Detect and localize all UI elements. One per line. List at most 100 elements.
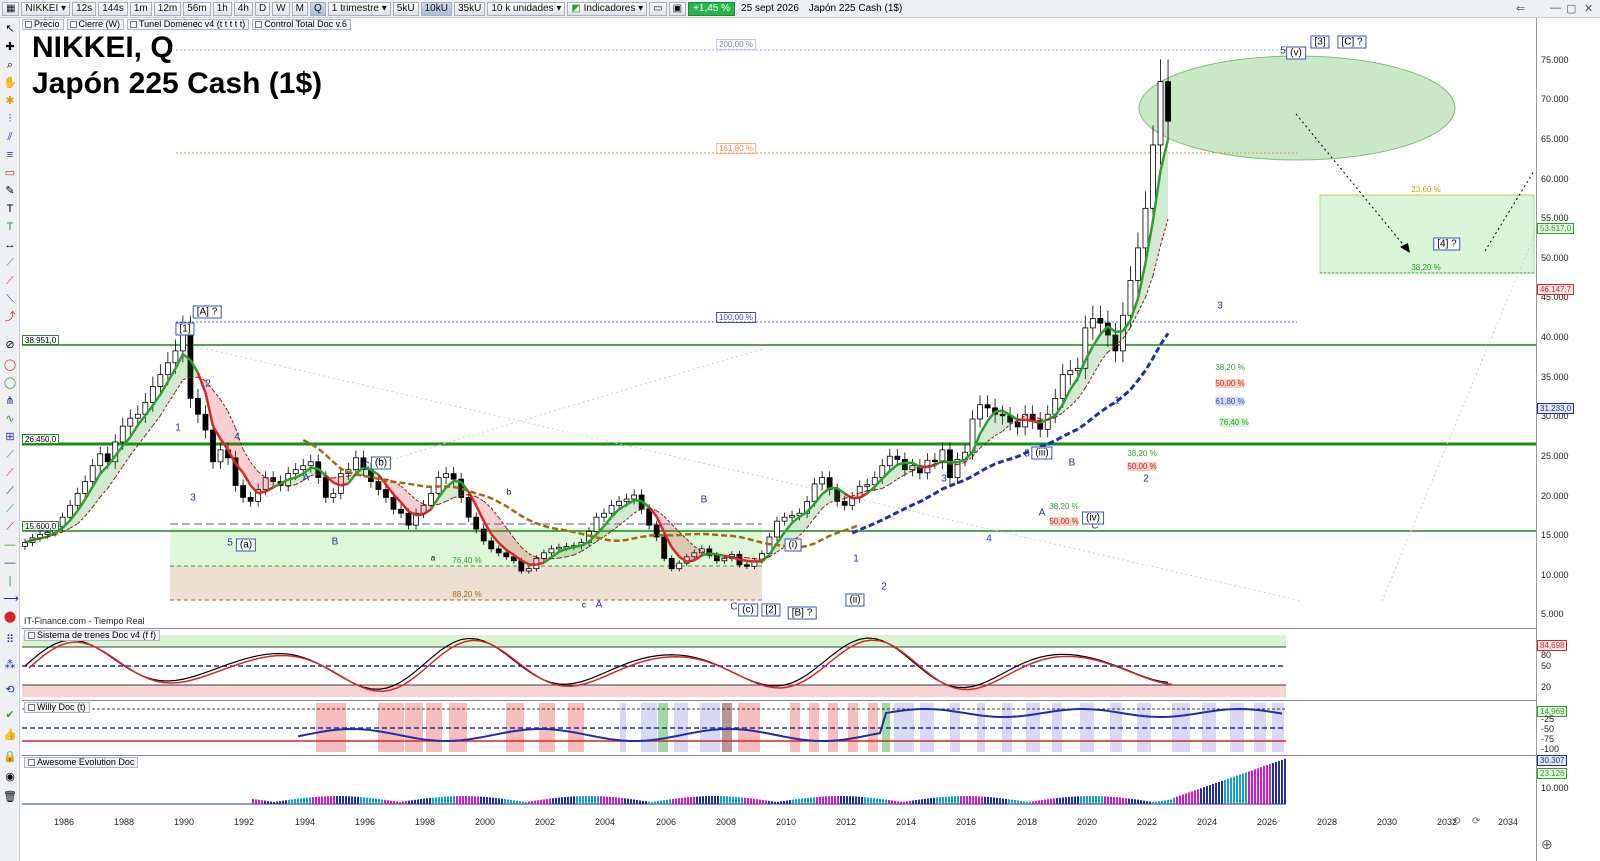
ao-bar bbox=[312, 797, 314, 804]
ray-icon[interactable]: ⟶ bbox=[3, 592, 19, 606]
dots-icon[interactable]: ⠿ bbox=[3, 633, 17, 647]
gann-icon[interactable]: ⊞ bbox=[3, 430, 17, 444]
tf-1m[interactable]: 1m bbox=[129, 1, 152, 16]
time-axis[interactable]: 1986 1988 1990 1992 1994 1996 1998 2000 … bbox=[22, 810, 1536, 861]
vline-icon[interactable]: | bbox=[3, 574, 17, 588]
units-select[interactable]: 10 k unidades ▾ bbox=[487, 1, 566, 16]
ao-bar bbox=[288, 799, 290, 804]
tf-M[interactable]: M bbox=[291, 1, 308, 16]
candle-down bbox=[1165, 81, 1171, 122]
close-icon[interactable]: ✕ bbox=[1584, 2, 1593, 15]
line-green2-icon[interactable]: ⟋ bbox=[3, 502, 17, 516]
text-icon[interactable]: T bbox=[3, 202, 17, 216]
restore-icon[interactable]: ▢ bbox=[1566, 2, 1576, 15]
line-blue2-icon[interactable]: ⟋ bbox=[3, 484, 17, 498]
ao-bar bbox=[660, 800, 662, 804]
ruler-icon[interactable]: ⊘ bbox=[3, 338, 17, 352]
tf-56m[interactable]: 56m bbox=[183, 1, 211, 16]
channel-icon[interactable]: ⫽ bbox=[3, 130, 17, 144]
back-arrow-icon[interactable]: ⇐ bbox=[1516, 2, 1525, 15]
tf-12m[interactable]: 12m bbox=[153, 1, 182, 16]
ao-bar bbox=[690, 796, 692, 804]
crosshair-icon[interactable]: ✚ bbox=[3, 40, 17, 54]
candle-up bbox=[67, 504, 74, 518]
ind2-title[interactable]: Willy Doc (t) bbox=[24, 702, 90, 713]
price-tag-3: 31.233,0 bbox=[1537, 403, 1575, 414]
price-chart-pane[interactable]: NIKKEI, Q Japón 225 Cash (1$) 38.951,0 2… bbox=[22, 31, 1537, 626]
hline-icon[interactable]: — bbox=[3, 538, 17, 552]
unit-35kU[interactable]: 35kU bbox=[453, 1, 486, 16]
unit-10kU[interactable]: 10kU bbox=[420, 1, 452, 16]
wave-A1: A bbox=[302, 472, 310, 484]
pitchfork-icon[interactable]: ⋔ bbox=[3, 394, 17, 408]
legend-control[interactable]: Control Total Doc v.6 bbox=[252, 19, 351, 30]
period-selector[interactable]: 1 trimestre ▾ bbox=[327, 1, 391, 16]
trend-icon[interactable]: ⟋ bbox=[3, 256, 17, 270]
legend-price[interactable]: Precio bbox=[22, 19, 64, 30]
eye-icon[interactable]: ◉ bbox=[3, 770, 17, 784]
symbol-selector[interactable]: NIKKEI ▾ bbox=[21, 1, 71, 16]
marker-icon[interactable]: ⬤ bbox=[3, 610, 17, 624]
zoom-icon[interactable]: ⌕ bbox=[3, 58, 17, 72]
scroll-left-icon[interactable]: ⟲ bbox=[1452, 816, 1460, 827]
legend-close[interactable]: Cierre (W) bbox=[66, 19, 125, 30]
ao-bar bbox=[300, 798, 302, 804]
ao-bar bbox=[291, 799, 293, 804]
indicators-button[interactable]: ◩ Indicadores ▾ bbox=[567, 1, 648, 16]
rectangle-icon[interactable]: ▭ bbox=[3, 166, 17, 180]
tf-144s[interactable]: 144s bbox=[98, 1, 128, 16]
ind3-title[interactable]: Awesome Evolution Doc bbox=[24, 757, 139, 768]
check-icon[interactable]: ✔ bbox=[3, 708, 17, 722]
lightbulb-icon[interactable]: ✱ bbox=[3, 94, 17, 108]
ao-bar bbox=[1278, 760, 1280, 804]
indicator-willy-pane[interactable]: Willy Doc (t) bbox=[22, 700, 1536, 753]
price-axis[interactable]: 75.000 70.000 65.000 60.000 55.000 50.00… bbox=[1536, 18, 1600, 861]
text-green-icon[interactable]: T bbox=[3, 220, 17, 234]
pencil-icon[interactable]: ✎ bbox=[3, 184, 17, 198]
indicator-awesome-pane[interactable]: Awesome Evolution Doc bbox=[22, 755, 1536, 807]
chart-tool-icon[interactable]: ⫶ bbox=[3, 112, 17, 126]
indicator-trenes-pane[interactable]: Sistema de trenes Doc v4 (f f) bbox=[22, 628, 1536, 698]
circle-icon[interactable]: ◯ bbox=[3, 358, 17, 372]
ao-bar bbox=[1218, 781, 1220, 804]
app-menu-icon[interactable]: ▦ bbox=[2, 1, 20, 16]
chart-type-icon[interactable]: ▭ bbox=[649, 1, 667, 16]
tf-12s[interactable]: 12s bbox=[72, 1, 97, 16]
tf-1h[interactable]: 1h bbox=[212, 1, 232, 16]
line-red-icon[interactable]: ⟋ bbox=[3, 274, 17, 288]
wave-C-question: [C] ? bbox=[1337, 35, 1367, 49]
cursor-icon[interactable]: ↖ bbox=[3, 22, 17, 36]
scroll-right-icon[interactable]: ⟳ bbox=[1472, 816, 1480, 827]
layout-icon[interactable]: ▣ bbox=[668, 1, 687, 16]
thumb-icon[interactable]: 👍 bbox=[3, 728, 17, 742]
ellipse-icon[interactable]: ◯ bbox=[3, 376, 17, 390]
hand-icon[interactable]: ✋ bbox=[3, 76, 17, 90]
tf-W[interactable]: W bbox=[272, 1, 290, 16]
unit-5kU[interactable]: 5kU bbox=[392, 1, 419, 16]
measure-icon[interactable]: ↔ bbox=[3, 238, 17, 252]
zoom-icon-axis[interactable]: ⊕ bbox=[1541, 836, 1553, 853]
fib-icon[interactable]: ≡ bbox=[3, 148, 17, 162]
arrow-icon[interactable]: ⤴ bbox=[3, 310, 17, 324]
tf-4h[interactable]: 4h bbox=[233, 1, 253, 16]
wave-icon[interactable]: ∿ bbox=[3, 412, 17, 426]
line-red2-icon[interactable]: ⟋ bbox=[3, 466, 17, 480]
trash-icon[interactable]: 🗑 bbox=[3, 790, 17, 804]
ao-bar bbox=[1167, 799, 1169, 804]
tf-Q[interactable]: Q bbox=[309, 1, 326, 16]
line-blue-icon[interactable]: ⟍ bbox=[3, 292, 17, 306]
tf-D[interactable]: D bbox=[254, 1, 271, 16]
ao-bar bbox=[303, 797, 305, 804]
lock-icon[interactable]: 🔒 bbox=[3, 750, 17, 764]
ao-bar bbox=[345, 796, 347, 804]
line-green-icon[interactable]: ⟋ bbox=[3, 448, 17, 462]
line-red3-icon[interactable]: ⟋ bbox=[3, 520, 17, 534]
cycles-icon[interactable]: ⟲ bbox=[3, 683, 17, 697]
minimize-icon[interactable]: — bbox=[1550, 2, 1561, 14]
price-chart-svg[interactable] bbox=[22, 31, 1537, 626]
wave-1b: 1 bbox=[853, 553, 859, 565]
ind1-title[interactable]: Sistema de trenes Doc v4 (f f) bbox=[24, 630, 161, 641]
hline-blue-icon[interactable]: — bbox=[3, 556, 17, 570]
legend-tunel[interactable]: Tunel Domenec v4 (t t t t t) bbox=[127, 19, 250, 30]
pattern-icon[interactable]: ⁂ bbox=[3, 658, 17, 672]
